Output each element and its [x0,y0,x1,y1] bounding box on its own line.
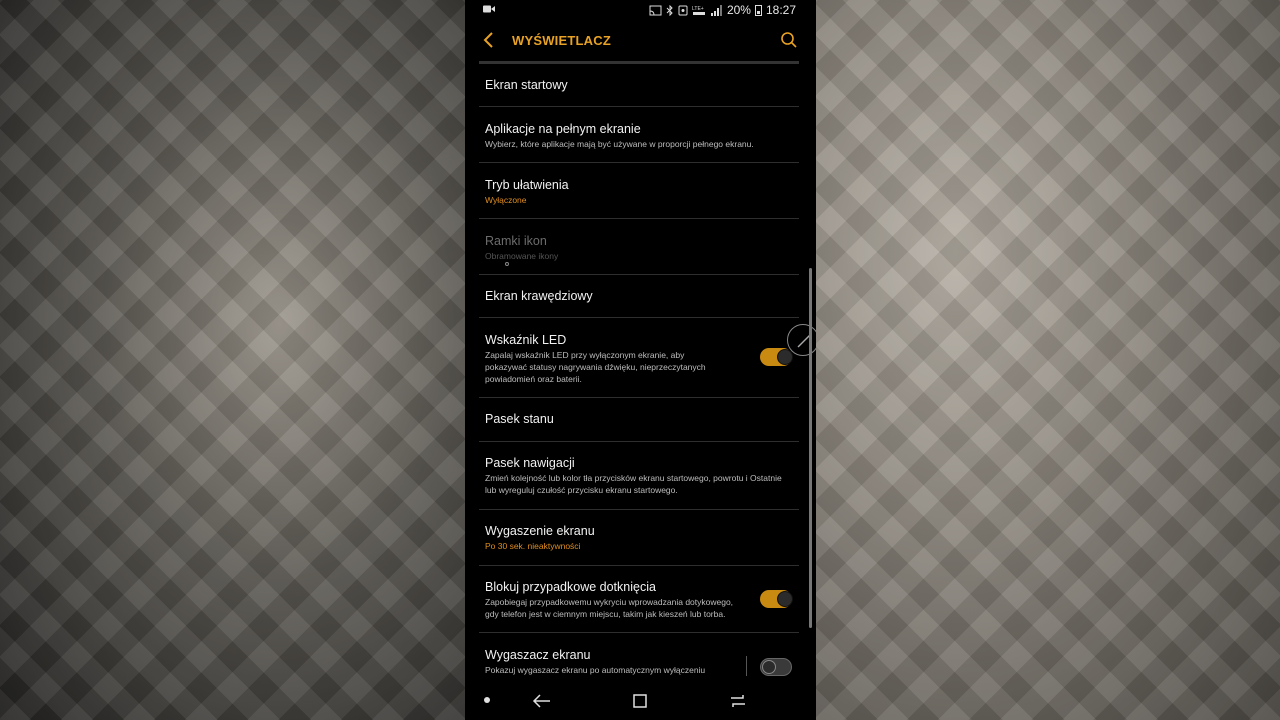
setting-wygaszacz-ekranu[interactable]: Wygaszacz ekranu Pokazuj wygaszacz ekran… [485,648,745,678]
setting-value: Po 30 sek. nieaktywności [485,541,581,551]
chevron-left-icon[interactable] [481,31,497,49]
toggle-knob [762,660,776,674]
video-icon [483,5,495,13]
subtitle-line: Zapobiegaj przypadkowemu wykryciu wprowa… [485,597,734,607]
setting-ramki-ikon[interactable]: Ramki ikon Obramowane ikony [485,234,799,262]
setting-title: Wskaźnik LED [485,333,567,347]
setting-pasek-nawigacji[interactable]: Pasek nawigacji Zmień kolejność lub kolo… [485,456,799,496]
subtitle-line: gdy telefon jest w ciemnym miejscu, taki… [485,609,726,619]
divider [479,274,799,275]
divider [479,218,799,219]
navigation-bar [465,684,816,720]
setting-title: Ramki ikon [485,234,547,248]
setting-subtitle: Zmień kolejność lub kolor tła przycisków… [485,472,799,496]
setting-wskaznik-led[interactable]: Wskaźnik LED Zapalaj wskaźnik LED przy w… [485,333,755,385]
screensaver-toggle[interactable] [760,658,792,676]
setting-ekran-startowy[interactable]: Ekran startowy [485,78,799,93]
divider [479,397,799,398]
subtitle-line: pokazywać statusy nagrywania dźwięku, ni… [485,362,706,372]
setting-title: Ekran krawędziowy [485,289,593,303]
background-left [0,0,465,720]
setting-value: Wyłączone [485,195,527,205]
status-icons: LTE+ 20% 18:27 [649,3,796,17]
subtitle-line: powiadomień oraz baterii. [485,374,582,384]
divider [479,632,799,633]
divider [479,441,799,442]
header-divider [479,61,799,64]
divider [479,162,799,163]
setting-wygaszenie-ekranu[interactable]: Wygaszenie ekranu Po 30 sek. nieaktywnoś… [485,524,799,552]
cast-icon [649,5,662,15]
setting-subtitle: Zapalaj wskaźnik LED przy wyłączonym ekr… [485,349,755,385]
svg-text:LTE+: LTE+ [692,6,704,12]
subtitle-line: lub wyreguluj czułość przycisku ekranu s… [485,485,678,495]
setting-title: Tryb ułatwienia [485,178,569,192]
status-bar: LTE+ 20% 18:27 [465,0,816,22]
setting-title: Pasek nawigacji [485,456,575,470]
subtitle-line: Zmień kolejność lub kolor tła przycisków… [485,473,782,483]
setting-title: Wygaszacz ekranu [485,648,591,662]
toggle-knob [777,591,793,607]
battery-icon [754,4,762,16]
setting-ekran-krawedziowy[interactable]: Ekran krawędziowy [485,289,799,304]
keyboard-dot-icon[interactable] [484,697,490,703]
setting-subtitle: Wybierz, które aplikacje mają być używan… [485,139,754,149]
scrollbar[interactable] [809,268,812,628]
divider [479,317,799,318]
setting-tryb-ulatwienia[interactable]: Tryb ułatwienia Wyłączone [485,178,799,206]
setting-blokuj-dotkniecia[interactable]: Blokuj przypadkowe dotknięcia Zapobiegaj… [485,580,765,620]
divider [479,565,799,566]
clock: 18:27 [765,3,796,17]
background-right [816,0,1280,720]
home-icon[interactable] [629,690,651,712]
setting-title: Wygaszenie ekranu [485,524,595,538]
setting-title: Aplikacje na pełnym ekranie [485,122,641,136]
nfc-icon [678,5,688,15]
page-title: WYŚWIETLACZ [512,33,611,48]
setting-subtitle: Zapobiegaj przypadkowemu wykryciu wprowa… [485,596,765,620]
signal-icon [710,4,722,16]
setting-pasek-stanu[interactable]: Pasek stanu [485,412,799,427]
setting-subtitle: Pokazuj wygaszacz ekranu po automatyczny… [485,665,706,675]
divider [479,509,799,510]
app-bar: WYŚWIETLACZ [465,22,816,60]
accidental-touch-toggle[interactable] [760,590,793,608]
recents-icon[interactable] [727,690,749,712]
divider [479,106,799,107]
phone-screen: LTE+ 20% 18:27 WYŚWIETLACZ Ekran startow… [465,0,816,720]
battery-percent: 20% [726,3,751,17]
search-icon[interactable] [780,31,798,49]
setting-subtitle: Obramowane ikony [485,251,559,261]
setting-title: Blokuj przypadkowe dotknięcia [485,580,656,594]
subtitle-line: Zapalaj wskaźnik LED przy wyłączonym ekr… [485,350,685,360]
bluetooth-icon [666,4,673,16]
back-icon[interactable] [531,690,553,712]
vertical-separator [746,656,747,676]
lte-icon: LTE+ [692,6,705,15]
setting-title: Pasek stanu [485,412,554,426]
touch-indicator [505,262,509,266]
setting-aplikacje-pelny-ekran[interactable]: Aplikacje na pełnym ekranie Wybierz, któ… [485,122,799,150]
setting-title: Ekran startowy [485,78,568,92]
